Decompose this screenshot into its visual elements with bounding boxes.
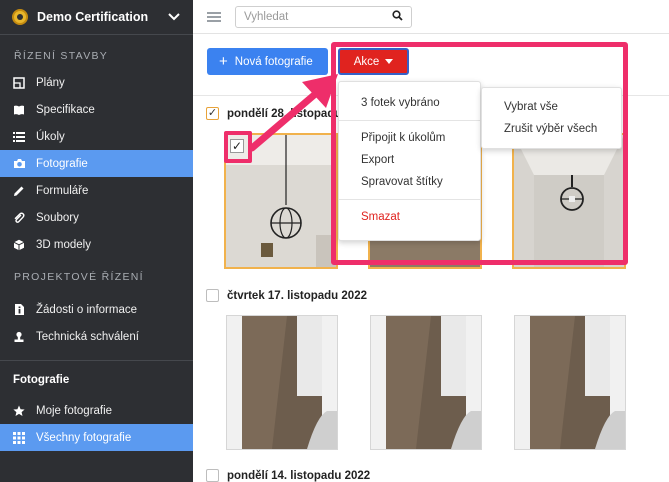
plus-icon: + — [219, 53, 228, 70]
group-date: pondělí 14. listopadu 2022 — [227, 469, 371, 482]
person-stamp-icon — [12, 330, 26, 344]
photo-image — [515, 316, 625, 449]
photo-thumbnail[interactable] — [226, 315, 338, 450]
link-tasks-item[interactable]: Připojit k úkolům — [339, 127, 480, 149]
sidebar-item-photos[interactable]: Fotografie — [0, 150, 193, 177]
photo-image — [226, 135, 336, 267]
map-icon — [12, 76, 26, 90]
photo-image — [227, 316, 337, 449]
group-checkbox[interactable] — [206, 107, 219, 120]
photo-group-header[interactable]: pondělí 28. listopadu — [206, 107, 341, 120]
info-document-icon — [12, 303, 26, 317]
sidebar-item-label: Fotografie — [36, 157, 88, 170]
photo-thumbnail[interactable] — [224, 133, 338, 269]
sidebar: Demo Certification ŘÍZENÍ STAVBY Plány S… — [0, 0, 193, 482]
paperclip-icon — [12, 211, 26, 225]
export-item[interactable]: Export — [339, 149, 480, 171]
search-placeholder: Vyhledat — [244, 10, 289, 23]
sidebar-item-label: Plány — [36, 76, 65, 89]
group-date: čtvrtek 17. listopadu 2022 — [227, 289, 367, 302]
photo-group-header[interactable]: čtvrtek 17. listopadu 2022 — [206, 289, 367, 302]
sidebar-item-label: Formuláře — [36, 184, 89, 197]
hamburger-menu-icon[interactable] — [207, 10, 221, 24]
sidebar-item-label: Úkoly — [36, 130, 65, 143]
sidebar-item-rfi[interactable]: Žádosti o informace — [0, 296, 193, 323]
sidebar-item-3d-models[interactable]: 3D modely — [0, 231, 193, 258]
sidebar-item-plans[interactable]: Plány — [0, 69, 193, 96]
book-icon — [12, 103, 26, 117]
project-name: Demo Certification — [37, 10, 149, 24]
selection-submenu: Vybrat vše Zrušit výběr všech — [481, 87, 622, 149]
menu-divider — [339, 199, 480, 200]
grid-icon — [12, 431, 26, 445]
caret-down-icon — [385, 59, 394, 64]
photo-thumbnail[interactable] — [514, 315, 626, 450]
group-checkbox[interactable] — [206, 469, 219, 482]
sidebar-item-label: 3D modely — [36, 238, 91, 251]
sidebar-item-specifications[interactable]: Specifikace — [0, 96, 193, 123]
search-icon[interactable] — [392, 9, 403, 24]
search-input[interactable]: Vyhledat — [235, 5, 412, 28]
topbar: Vyhledat — [193, 0, 669, 34]
deselect-all-item[interactable]: Zrušit výběr všech — [482, 118, 621, 140]
chevron-down-icon[interactable] — [167, 10, 181, 24]
photo-thumbnail[interactable] — [370, 315, 482, 450]
menu-divider — [339, 120, 480, 121]
delete-item[interactable]: Smazat — [339, 206, 480, 228]
sidebar-item-label: Všechny fotografie — [36, 431, 132, 444]
sidebar-item-label: Moje fotografie — [36, 404, 113, 417]
camera-icon — [12, 157, 26, 171]
list-icon — [12, 130, 26, 144]
section-heading-construction: ŘÍZENÍ STAVBY — [14, 50, 109, 62]
manage-tags-item[interactable]: Spravovat štítky — [339, 171, 480, 193]
sidebar-item-tasks[interactable]: Úkoly — [0, 123, 193, 150]
actions-dropdown-menu: 3 fotek vybráno Připojit k úkolům Export… — [338, 81, 481, 241]
photo-group-header[interactable]: pondělí 14. listopadu 2022 — [206, 469, 370, 482]
sidebar-item-label: Soubory — [36, 211, 79, 224]
section-heading-project: PROJEKTOVÉ ŘÍZENÍ — [14, 271, 144, 283]
sidebar-item-all-photos[interactable]: Všechny fotografie — [0, 424, 193, 451]
new-photo-button[interactable]: + Nová fotografie — [207, 48, 328, 75]
pencil-icon — [12, 184, 26, 198]
photo-image — [514, 135, 624, 267]
star-icon — [12, 404, 26, 418]
group-checkbox[interactable] — [206, 289, 219, 302]
sidebar-item-my-photos[interactable]: Moje fotografie — [0, 397, 193, 424]
sidebar-item-files[interactable]: Soubory — [0, 204, 193, 231]
group-date: pondělí 28. listopadu — [227, 107, 342, 120]
actions-button[interactable]: Akce — [338, 48, 409, 75]
selected-count-item[interactable]: 3 fotek vybráno — [339, 92, 480, 114]
actions-label: Akce — [353, 55, 380, 68]
sidebar-item-label: Technická schválení — [36, 330, 139, 343]
photo-image — [371, 316, 481, 449]
sidebar-item-forms[interactable]: Formuláře — [0, 177, 193, 204]
select-all-item[interactable]: Vybrat vše — [482, 96, 621, 118]
sidebar-item-label: Specifikace — [36, 103, 95, 116]
new-photo-label: Nová fotografie — [234, 55, 313, 68]
photo-thumbnail[interactable] — [512, 133, 626, 269]
sidebar-item-label: Žádosti o informace — [36, 303, 137, 316]
company-logo-icon — [12, 9, 28, 25]
cube-icon — [12, 238, 26, 252]
sidebar-item-submittals[interactable]: Technická schválení — [0, 323, 193, 350]
project-switcher[interactable]: Demo Certification — [0, 0, 193, 34]
section-heading-photos: Fotografie — [13, 374, 70, 386]
